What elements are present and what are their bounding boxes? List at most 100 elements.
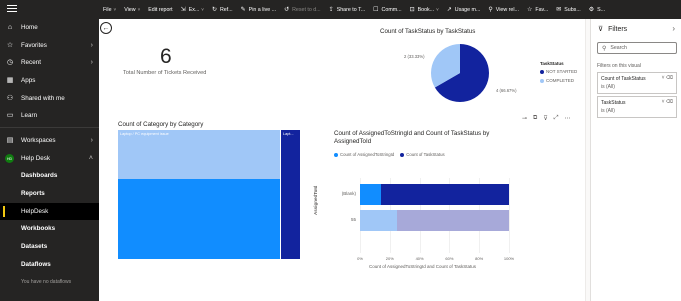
chevron-right-icon[interactable]: › (91, 137, 93, 144)
nav-sub-workbooks[interactable]: Workbooks (0, 220, 99, 237)
bar-segment[interactable] (397, 210, 509, 231)
toolbar-label: Edit report (148, 6, 173, 13)
toolbar-item[interactable]: ☐ Comm... (369, 0, 405, 19)
nav-item-favorites[interactable]: ☆ Favorites › (0, 37, 99, 54)
nav-item-workspaces[interactable]: ▤ Workspaces › (0, 132, 99, 149)
toolbar-icon: ⊡ (409, 7, 415, 13)
treemap-title: Count of Category by Category (118, 121, 204, 128)
filter-icon[interactable]: ⊽ (543, 115, 547, 122)
nav-item-recent[interactable]: ◷ Recent › (0, 54, 99, 71)
toolbar-item[interactable]: File ˅ (99, 0, 120, 19)
search-placeholder: Search (610, 45, 627, 51)
bar-legend-item[interactable]: Count of TaskStatus (400, 152, 445, 157)
legend-item-completed[interactable]: COMPLETED (540, 78, 574, 83)
bar-segment[interactable] (360, 210, 398, 231)
toolbar-label: Comm... (381, 6, 402, 13)
legend-item-not-started[interactable]: NOT STARTED (540, 69, 577, 74)
chevron-down-icon: ˅ (436, 7, 439, 12)
nav-item-label: Learn (21, 112, 38, 119)
toolbar-item[interactable]: ✉ Subs... (552, 0, 585, 19)
toolbar-icon: ✎ (240, 7, 246, 13)
bar-segment[interactable] (380, 184, 509, 205)
bar-legend: Count of AssignedToStringId Count of Tas… (334, 152, 451, 157)
chevron-down-icon: ˅ (137, 7, 141, 12)
toolbar-icon: ⚲ (488, 7, 493, 13)
nav-sub-datasets[interactable]: Datasets (0, 238, 99, 255)
pie-chart[interactable] (420, 38, 500, 108)
filter-name: Count of TaskStatus (601, 76, 646, 82)
pin-icon[interactable]: ⊸ (522, 115, 527, 122)
legend-dot (334, 152, 338, 157)
filters-search-input[interactable]: ⚲ Search (597, 42, 677, 54)
toolbar-item[interactable]: ↻ Ref... (208, 0, 237, 19)
chevron-up-icon[interactable]: ˄ (89, 155, 93, 162)
bar-x-axis-title: Count of AssignedToStringId and Count of… (369, 264, 476, 269)
more-options-icon[interactable]: ⋯ (565, 115, 571, 122)
toolbar-item[interactable]: ↗ Usage m... (443, 0, 485, 19)
nav-item-label: Favorites (21, 42, 47, 49)
hamburger-icon[interactable] (7, 5, 17, 14)
nav-sub-reports[interactable]: Reports (0, 185, 99, 202)
treemap-cell-other[interactable]: Lapt... (281, 130, 300, 259)
filter-card-taskstatus[interactable]: TaskStatus is (All) ˅ ⌫ (597, 96, 677, 118)
toolbar-item[interactable]: Edit report (144, 0, 176, 19)
focus-mode-icon[interactable]: ⤢ (554, 115, 559, 122)
toolbar-item[interactable]: ✎ Pin a live ... (237, 0, 280, 19)
chevron-right-icon[interactable]: › (91, 42, 93, 49)
toolbar-icon: ↺ (284, 7, 290, 13)
toolbar-label: View (124, 6, 136, 13)
toolbar-icon: ☐ (373, 7, 379, 13)
filter-card-count-taskstatus[interactable]: Count of TaskStatus is (All) ˅ ⌫ (597, 72, 677, 94)
back-arrow-icon[interactable]: ← (100, 22, 112, 34)
x-tick-label: 100% (503, 256, 515, 261)
nav-item-apps[interactable]: ▦ Apps (0, 72, 99, 89)
nav-item-learn[interactable]: ▭ Learn (0, 107, 99, 124)
filter-value: is (All) (601, 108, 615, 114)
toolbar-label: Pin a live ... (248, 6, 277, 13)
nav-sub-dashboards[interactable]: Dashboards (0, 167, 99, 184)
x-gridline (509, 178, 510, 253)
legend-dot (540, 69, 544, 74)
filters-title: Filters (608, 25, 628, 33)
chevron-down-icon[interactable]: ˅ (662, 75, 665, 81)
toolbar-label: S... (597, 6, 606, 13)
visual-header-tools: ⊸ ⧉ ⊽ ⤢ ⋯ (522, 115, 577, 122)
nav-item-label: Recent (21, 59, 41, 66)
nav-item-shared[interactable]: ⚇ Shared with me (0, 90, 99, 107)
toolbar-item[interactable]: ⚙ S... (585, 0, 609, 19)
nav-item-help-desk[interactable]: HD Help Desk ˄ (0, 150, 99, 167)
treemap-subcell-not-started (118, 179, 280, 259)
bar-legend-item[interactable]: Count of AssignedToStringId (334, 152, 394, 157)
toolbar-item[interactable]: View ˅ (120, 0, 144, 19)
nav-item-home[interactable]: ⌂ Home (0, 19, 99, 36)
toolbar-label: Fav... (535, 6, 549, 13)
collapse-pane-icon[interactable]: › (672, 24, 675, 33)
x-tick-label: 0% (357, 256, 363, 261)
chevron-right-icon[interactable]: › (91, 59, 93, 66)
copy-icon[interactable]: ⧉ (533, 115, 537, 122)
command-bar: File ˅ View ˅ Edit report ⇲ Ex... ˅ ↻ Ref... ✎ Pin … (99, 0, 681, 19)
toolbar-item[interactable]: ⚲ View rel... (484, 0, 523, 19)
nav-item-label: Dataflows (21, 261, 51, 268)
treemap-cell-label: Lapt... (283, 132, 294, 136)
toolbar-item[interactable]: ☆ Fav... (523, 0, 552, 19)
nav-item-label: Help Desk (21, 155, 51, 162)
toolbar-item[interactable]: ⊡ Book... ˅ (406, 0, 443, 19)
toolbar-item[interactable]: ↺ Reset to d... (280, 0, 325, 19)
nav-sub-dataflows[interactable]: Dataflows (0, 256, 99, 273)
search-icon: ⚲ (602, 45, 607, 52)
toolbar-item[interactable]: ⇲ Ex... ˅ (177, 0, 208, 19)
filters-header: ⊽ Filters (598, 25, 628, 34)
bar-segment[interactable] (360, 184, 381, 205)
chevron-down-icon[interactable]: ˅ (662, 99, 665, 105)
legend-dot (400, 152, 405, 157)
nav-sub-helpdesk[interactable]: HelpDesk (0, 203, 99, 220)
treemap-cell-laptop[interactable]: Laptop / PC equipment issue (118, 130, 280, 259)
eraser-icon[interactable]: ⌫ (666, 75, 673, 81)
nav-item-label: Workspaces (21, 137, 56, 144)
toolbar-icon: ⚙ (588, 7, 595, 13)
clock-icon: ◷ (6, 59, 14, 66)
toolbar-item[interactable]: ⇪ Share to T... (325, 0, 370, 19)
eraser-icon[interactable]: ⌫ (666, 99, 673, 105)
apps-icon: ▦ (6, 77, 14, 84)
